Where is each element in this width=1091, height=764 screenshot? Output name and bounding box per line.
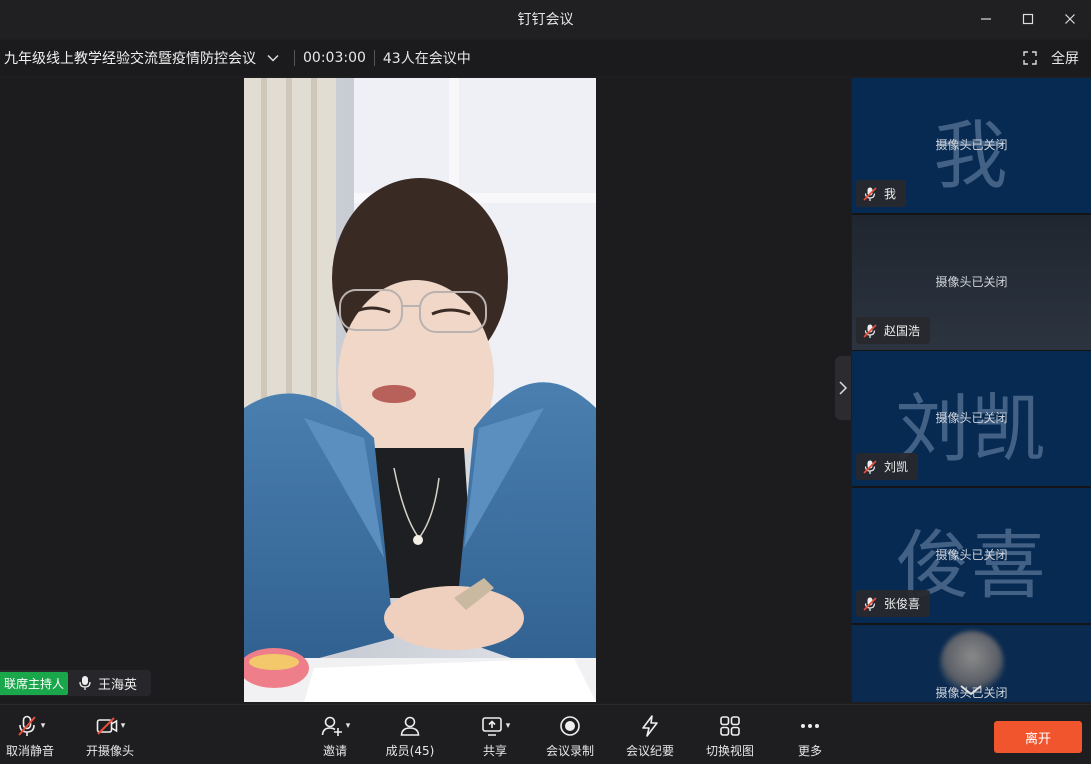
minutes-button[interactable]: 会议纪要 xyxy=(622,705,678,764)
maximize-icon xyxy=(1022,13,1034,25)
switch-view-button[interactable]: 切换视图 xyxy=(702,705,758,764)
fullscreen-button[interactable]: 全屏 xyxy=(1023,40,1079,76)
meeting-info-bar: 九年级线上教学经验交流暨疫情防控会议 00:03:00 43人在会议中 全屏 xyxy=(0,40,1091,76)
camera-off-text: 摄像头已关闭 xyxy=(935,138,1008,152)
participant-name-tag: 我 xyxy=(856,180,907,207)
record-button[interactable]: 会议录制 xyxy=(542,705,598,764)
window-title: 钉钉会议 xyxy=(517,12,574,28)
participant-name-tag: 刘凯 xyxy=(856,453,919,480)
participant-name: 刘凯 xyxy=(884,460,909,474)
lightning-icon xyxy=(642,715,658,737)
host-name: 王海英 xyxy=(98,677,138,693)
minutes-label: 会议纪要 xyxy=(625,744,674,758)
participant-name: 我 xyxy=(884,187,897,201)
grid-view-icon xyxy=(720,716,740,736)
camera-label: 开摄像头 xyxy=(85,744,134,758)
add-user-icon xyxy=(321,716,342,736)
divider xyxy=(294,50,295,66)
members-label: 成员(45) xyxy=(385,744,435,758)
record-label: 会议录制 xyxy=(545,744,594,758)
invite-button[interactable]: ▾ 邀请 xyxy=(314,705,356,764)
mic-muted-icon xyxy=(863,596,877,611)
mic-muted-icon xyxy=(17,715,36,736)
camera-off-text: 摄像头已关闭 xyxy=(935,411,1008,425)
main-video-stage: 联席主持人 王海英 xyxy=(0,78,851,702)
camera-off-text: 摄像头已关闭 xyxy=(935,548,1008,562)
meeting-toolbar: ▾ 取消静音 ▾ 开摄像头 ▾ 邀请 成员(45) ▾ 共享 会议录制 会议纪要… xyxy=(0,704,1091,763)
chevron-down-icon xyxy=(267,54,279,62)
unmute-label: 取消静音 xyxy=(5,744,54,758)
camera-off-icon xyxy=(96,717,118,735)
camera-off-text: 摄像头已关闭 xyxy=(935,275,1008,289)
unmute-button[interactable]: ▾ 取消静音 xyxy=(4,705,56,764)
participant-tile[interactable]: 摄像头已关闭 xyxy=(852,625,1091,702)
meeting-timer: 00:03:00 xyxy=(303,50,366,66)
caret-down-icon[interactable]: ▾ xyxy=(346,721,351,731)
chevron-right-icon xyxy=(839,381,848,395)
divider xyxy=(373,50,375,66)
meeting-details-toggle[interactable] xyxy=(260,51,286,65)
more-label: 更多 xyxy=(797,744,822,758)
fullscreen-icon xyxy=(1023,51,1037,65)
minimize-icon xyxy=(981,18,991,20)
participant-tile[interactable]: 俊喜 摄像头已关闭 张俊喜 xyxy=(852,488,1091,623)
participant-tile[interactable]: 我 摄像头已关闭 我 xyxy=(852,78,1091,213)
camera-button[interactable]: ▾ 开摄像头 xyxy=(84,705,136,764)
close-icon xyxy=(1065,14,1075,24)
fullscreen-label: 全屏 xyxy=(1051,51,1079,67)
participant-tile[interactable]: 摄像头已关闭 赵国浩 xyxy=(852,215,1091,350)
caret-down-icon[interactable]: ▾ xyxy=(506,721,511,731)
speaker-video[interactable] xyxy=(244,78,596,702)
more-icon xyxy=(801,724,819,728)
chevron-down-icon[interactable] xyxy=(958,683,984,697)
mic-muted-icon xyxy=(863,459,877,474)
microphone-icon xyxy=(78,675,92,691)
record-icon xyxy=(560,716,580,736)
close-button[interactable] xyxy=(1049,0,1091,38)
participant-count: 43人在会议中 xyxy=(382,51,471,67)
mic-muted-icon xyxy=(863,323,877,338)
caret-down-icon[interactable]: ▾ xyxy=(41,721,46,731)
switch-view-label: 切换视图 xyxy=(705,744,754,758)
share-label: 共享 xyxy=(482,744,507,758)
title-bar: 钉钉会议 xyxy=(0,0,1091,38)
mic-muted-icon xyxy=(863,186,877,201)
members-button[interactable]: 成员(45) xyxy=(384,705,436,764)
speaker-video-frame xyxy=(244,78,596,702)
collapse-panel-button[interactable] xyxy=(835,356,851,420)
host-name-tag: 联席主持人 王海英 xyxy=(0,670,152,696)
caret-down-icon[interactable]: ▾ xyxy=(121,721,126,731)
participant-name: 赵国浩 xyxy=(884,324,921,338)
participant-name-tag: 赵国浩 xyxy=(856,317,931,344)
share-screen-icon xyxy=(481,717,502,736)
invite-label: 邀请 xyxy=(322,744,347,758)
more-button[interactable]: 更多 xyxy=(788,705,832,764)
maximize-button[interactable] xyxy=(1007,0,1049,38)
participant-tile[interactable]: 刘凯 摄像头已关闭 刘凯 xyxy=(852,351,1091,486)
meeting-name: 九年级线上教学经验交流暨疫情防控会议 xyxy=(4,51,256,67)
minimize-button[interactable] xyxy=(965,0,1007,38)
co-host-badge: 联席主持人 xyxy=(0,671,69,695)
participant-name-tag: 张俊喜 xyxy=(856,590,931,617)
participant-gallery: 我 摄像头已关闭 我 摄像头已关闭 赵国浩 刘凯 摄像头已关闭 刘凯 俊喜 摄像… xyxy=(852,78,1091,702)
leave-button[interactable]: 离开 xyxy=(994,721,1082,753)
members-icon xyxy=(400,716,420,736)
participant-name: 张俊喜 xyxy=(884,597,921,611)
share-button[interactable]: ▾ 共享 xyxy=(474,705,516,764)
